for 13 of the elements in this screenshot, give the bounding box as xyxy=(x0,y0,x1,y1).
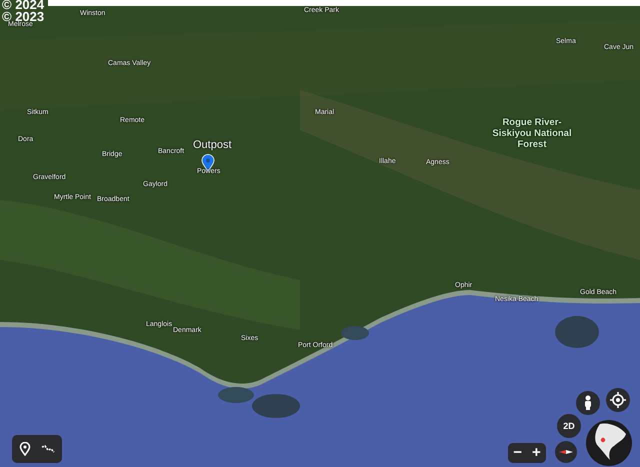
forest-label: Rogue River-Siskiyou National Forest xyxy=(491,117,573,150)
zoom-in-button[interactable]: + xyxy=(529,445,544,461)
person-icon[interactable] xyxy=(576,391,600,415)
compass-icon[interactable] xyxy=(555,441,577,463)
copyright-text: © 2024 xyxy=(2,0,44,11)
globe-icon[interactable] xyxy=(586,420,632,466)
pin-label: Outpost xyxy=(193,139,232,151)
locate-icon[interactable] xyxy=(606,388,630,412)
zoom-out-button[interactable]: − xyxy=(510,445,525,461)
reef-shape xyxy=(555,316,599,348)
pin-icon[interactable] xyxy=(19,442,31,456)
reef-shape xyxy=(341,326,369,340)
path-icon[interactable] xyxy=(41,444,55,454)
